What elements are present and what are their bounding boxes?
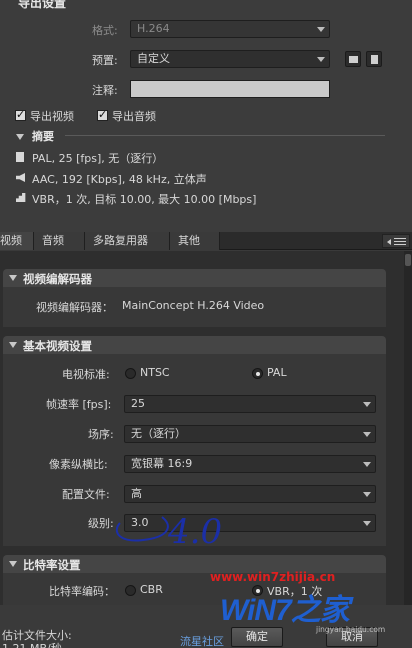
pixel-aspect-select[interactable]: 宽银幕 16:9 — [124, 455, 376, 473]
basic-video-header[interactable]: 基本视频设置 — [3, 336, 386, 354]
field-order-label: 场序: — [88, 428, 114, 441]
watermark-site: www.win7zhijia.cn — [210, 570, 336, 584]
ink-loop — [115, 516, 169, 542]
handwritten-text: 4.0 — [167, 512, 222, 552]
comment-input[interactable] — [130, 80, 330, 98]
handwritten-annotation: 4.0 — [115, 512, 222, 552]
video-summary-icon — [16, 152, 24, 162]
watermark-logo: WiN7之家 — [220, 594, 350, 627]
cbr-radio[interactable] — [125, 585, 136, 596]
save-preset-button[interactable] — [366, 51, 382, 67]
folder-icon — [349, 56, 358, 63]
chevron-down-icon — [363, 492, 371, 497]
chevron-down-icon — [363, 462, 371, 467]
summary-label: 摘要 — [32, 130, 54, 143]
export-settings-panel: 导出设置 格式: H.264 预置: 自定义 注释: 导出视频 导出音频 摘要 … — [0, 0, 412, 232]
profile-select[interactable]: 高 — [124, 485, 376, 503]
video-codec-label: 视频编解码器： — [36, 301, 113, 314]
summary-audio: AAC, 192 [Kbps], 48 kHz, 立体声 — [32, 173, 207, 186]
export-video-label: 导出视频 — [30, 110, 74, 123]
frame-rate-value: 25 — [131, 397, 145, 410]
stream-link[interactable]: 流星社区 — [180, 633, 224, 648]
tab-video[interactable]: 视频 — [0, 232, 34, 250]
bitrate-chart-icon — [16, 193, 26, 202]
estimated-size-value: 1.21 MB/秒 — [2, 640, 62, 648]
tab-audio[interactable]: 音频 — [34, 232, 85, 250]
video-codec-title: 视频编解码器 — [23, 272, 92, 286]
tab-multiplexer[interactable]: 多路复用器 — [85, 232, 170, 250]
chevron-down-icon — [363, 402, 371, 407]
menu-arrow-icon — [387, 239, 391, 245]
cbr-label: CBR — [140, 583, 163, 596]
format-select[interactable]: H.264 — [130, 20, 330, 38]
ok-button[interactable]: 确定 — [231, 627, 283, 647]
collapse-triangle-icon — [9, 342, 17, 348]
collapse-triangle-icon — [9, 275, 17, 281]
menu-lines-icon — [394, 238, 406, 239]
ntsc-label: NTSC — [140, 366, 170, 379]
comment-label: 注释: — [92, 84, 118, 97]
tab-other[interactable]: 其他 — [170, 232, 220, 250]
preset-select[interactable]: 自定义 — [130, 50, 330, 68]
video-codec-header[interactable]: 视频编解码器 — [3, 269, 386, 287]
ntsc-radio[interactable] — [125, 368, 136, 379]
export-audio-label: 导出音频 — [112, 110, 156, 123]
pal-radio[interactable] — [252, 368, 263, 379]
save-icon — [371, 55, 378, 64]
chevron-down-icon — [363, 432, 371, 437]
summary-bitrate: VBR，1 次, 目标 10.00, 最大 10.00 [Mbps] — [32, 193, 257, 206]
frame-rate-label: 帧速率 [fps]: — [46, 398, 112, 411]
pixel-aspect-label: 像素纵横比: — [49, 458, 108, 471]
summary-video: PAL, 25 [fps], 无（逐行） — [32, 152, 164, 165]
format-value: H.264 — [137, 22, 170, 35]
preset-value: 自定义 — [137, 52, 170, 65]
basic-video-title: 基本视频设置 — [23, 339, 92, 353]
video-settings-content: 视频编解码器 视频编解码器： MainConcept H.264 Video 基… — [0, 251, 404, 605]
profile-label: 配置文件: — [62, 488, 110, 501]
export-settings-title: 导出设置 — [18, 0, 67, 10]
preset-label: 预置: — [92, 54, 118, 67]
collapse-triangle-icon — [9, 561, 17, 567]
video-codec-value: MainConcept H.264 Video — [122, 299, 265, 312]
chevron-down-icon — [317, 57, 325, 62]
collapse-triangle-icon[interactable] — [16, 134, 24, 140]
watermark-jingyan: jingyan.baidu.com — [316, 625, 386, 634]
chevron-down-icon — [317, 27, 325, 32]
export-audio-checkbox[interactable] — [97, 108, 108, 121]
bitrate-title: 比特率设置 — [23, 558, 81, 572]
pixel-aspect-value: 宽银幕 16:9 — [131, 457, 193, 470]
divider — [65, 135, 385, 136]
vertical-scrollbar[interactable] — [404, 251, 412, 605]
format-label: 格式: — [92, 24, 118, 37]
scrollbar-thumb[interactable] — [405, 254, 411, 266]
bitrate-encoding-label: 比特率编码： — [49, 585, 115, 598]
import-preset-button[interactable] — [345, 51, 361, 67]
profile-value: 高 — [131, 487, 142, 500]
pal-label: PAL — [267, 366, 287, 379]
frame-rate-select[interactable]: 25 — [124, 395, 376, 413]
video-codec-body: 视频编解码器： MainConcept H.264 Video — [3, 287, 386, 327]
speaker-icon — [16, 173, 25, 182]
settings-tabbar: 视频 音频 多路复用器 其他 — [0, 232, 412, 250]
chevron-down-icon — [363, 521, 371, 526]
tv-standard-label: 电视标准: — [62, 368, 110, 381]
field-order-value: 无（逐行） — [131, 427, 186, 440]
field-order-select[interactable]: 无（逐行） — [124, 425, 376, 443]
export-video-checkbox[interactable] — [15, 108, 26, 121]
panel-menu-button[interactable] — [382, 234, 410, 248]
